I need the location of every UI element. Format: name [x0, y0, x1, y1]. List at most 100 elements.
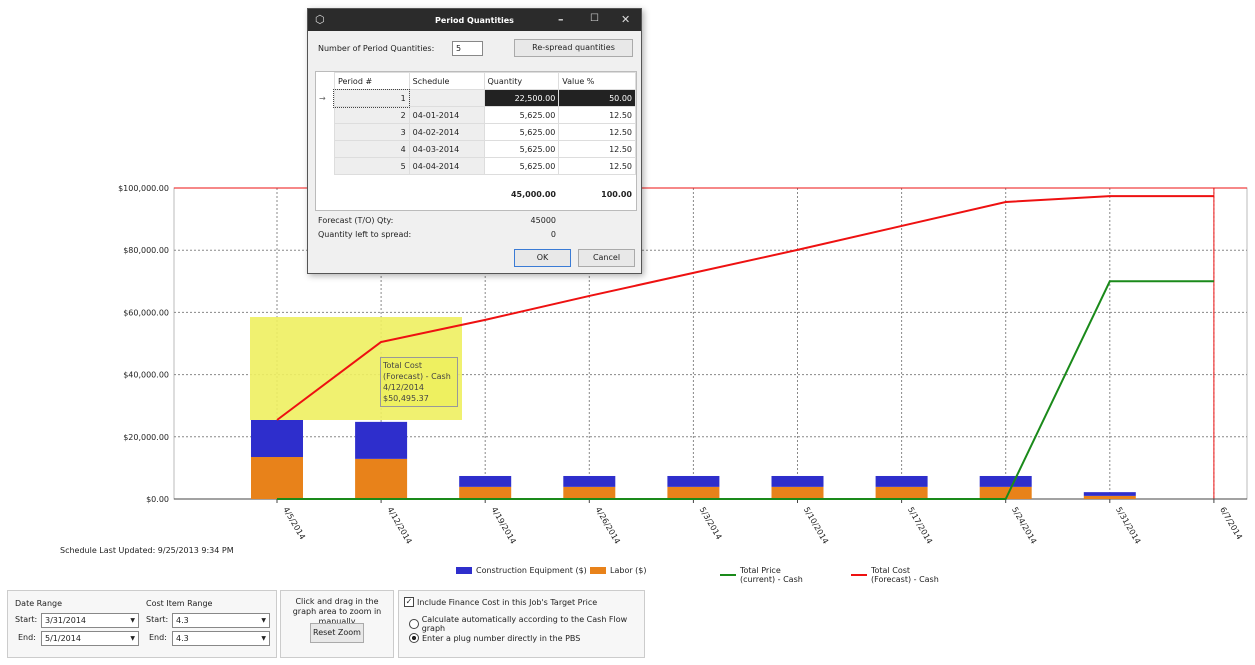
x-tick-label: 4/19/2014 — [489, 506, 517, 546]
left-to-spread-label: Quantity left to spread: — [318, 230, 412, 239]
grid-row[interactable]: → 1 03-31-2014 22,500.00 50.00 — [316, 88, 636, 108]
grid-row[interactable]: 4 04-03-2014 5,625.00 12.50 — [316, 140, 636, 158]
x-tick-label: 6/7/2014 — [1218, 506, 1244, 542]
plug-number-radio[interactable]: Enter a plug number directly in the PBS — [409, 633, 580, 643]
calc-auto-radio[interactable]: Calculate automatically according to the… — [409, 615, 644, 633]
header-quantity[interactable]: Quantity — [483, 72, 560, 90]
y-tick-label: $0.00 — [146, 495, 169, 504]
grid-row[interactable]: 2 04-01-2014 5,625.00 12.50 — [316, 106, 636, 124]
bar-labor — [563, 486, 616, 499]
close-icon[interactable]: ✕ — [621, 13, 630, 26]
reset-zoom-button[interactable]: Reset Zoom — [310, 623, 364, 643]
app-logo-icon: ⬡ — [315, 13, 325, 26]
cell-period[interactable]: 3 — [333, 123, 410, 141]
row-indicator — [316, 141, 334, 158]
y-tick-label: $40,000.00 — [123, 371, 169, 380]
x-tick-label: 5/10/2014 — [802, 506, 830, 546]
x-tick-label: 4/26/2014 — [594, 506, 622, 546]
bar-construction — [771, 475, 824, 487]
date-start-select[interactable]: 3/31/2014 ▼ — [41, 613, 139, 628]
grid-row[interactable]: 3 04-02-2014 5,625.00 12.50 — [316, 123, 636, 141]
cell-period[interactable]: 2 — [333, 106, 410, 124]
row-indicator — [316, 158, 334, 175]
total-value-pct: 100.00 — [601, 190, 632, 199]
cell-quantity[interactable]: 22,500.00 — [483, 89, 560, 107]
x-tick-label: 4/12/2014 — [385, 506, 413, 546]
legend-total-price: Total Price (current) - Cash — [720, 566, 803, 584]
date-end-select[interactable]: 5/1/2014 ▼ — [41, 631, 139, 646]
y-tick-label: $60,000.00 — [123, 308, 169, 317]
finance-panel: ✓ Include Finance Cost in this Job's Targ… — [398, 590, 645, 658]
bar-construction — [875, 475, 928, 487]
cell-schedule[interactable]: 03-31-2014 — [408, 89, 485, 107]
bar-labor — [875, 486, 928, 499]
grid-row[interactable]: 5 04-04-2014 5,625.00 12.50 — [316, 157, 636, 175]
include-finance-checkbox[interactable]: ✓ Include Finance Cost in this Job's Targ… — [404, 597, 597, 607]
cell-value-pct[interactable]: 12.50 — [558, 140, 636, 158]
header-schedule[interactable]: Schedule — [408, 72, 485, 90]
legend-labor: Labor ($) — [590, 566, 647, 575]
bar-construction — [459, 475, 512, 487]
date-range-label: Date Range — [15, 599, 63, 608]
period-grid: Period # Schedule Quantity Value % → 1 03-3… — [315, 71, 637, 211]
bar-construction — [979, 475, 1032, 487]
dialog-titlebar: ⬡ Period Quantities – ☐ ✕ — [308, 9, 641, 31]
cell-quantity[interactable]: 5,625.00 — [483, 123, 560, 141]
row-indicator — [316, 107, 334, 124]
bar-construction — [1083, 492, 1136, 496]
cell-value-pct[interactable]: 50.00 — [558, 89, 636, 107]
period-quantities-dialog: ⬡ Period Quantities – ☐ ✕ Number of Peri… — [307, 8, 642, 274]
bar-construction — [563, 475, 616, 487]
cell-value-pct[interactable]: 12.50 — [558, 106, 636, 124]
left-to-spread-value: 0 — [550, 230, 556, 239]
cell-period[interactable]: 5 — [333, 157, 410, 175]
num-period-label: Number of Period Quantities: — [318, 44, 435, 53]
cell-period[interactable]: 1 — [333, 88, 411, 108]
num-period-input[interactable]: 5 — [452, 41, 483, 56]
bar-construction — [251, 420, 303, 458]
end-label: End: — [18, 633, 36, 642]
legend-equipment: Construction Equipment ($) — [456, 566, 587, 575]
y-tick-label: $80,000.00 — [123, 246, 169, 255]
x-tick-label: 5/3/2014 — [698, 506, 724, 542]
cell-schedule[interactable]: 04-03-2014 — [408, 140, 485, 158]
cell-schedule[interactable]: 04-01-2014 — [408, 106, 485, 124]
ok-button[interactable]: OK — [514, 249, 571, 267]
cancel-button[interactable]: Cancel — [578, 249, 635, 267]
header-period[interactable]: Period # — [333, 72, 410, 90]
cost-end-label: End: — [149, 633, 167, 642]
cell-quantity[interactable]: 5,625.00 — [483, 140, 560, 158]
dialog-title: Period Quantities — [435, 15, 514, 25]
bar-construction — [667, 475, 720, 487]
y-tick-label: $100,000.00 — [118, 184, 169, 193]
cell-value-pct[interactable]: 12.50 — [558, 157, 636, 175]
cell-schedule[interactable]: 04-04-2014 — [408, 157, 485, 175]
zoom-panel: Click and drag in the graph area to zoom… — [280, 590, 394, 658]
range-panel: Date Range Cost Item Range Start: End: 3… — [7, 590, 277, 658]
row-indicator — [316, 124, 334, 141]
cell-quantity[interactable]: 5,625.00 — [483, 106, 560, 124]
cell-schedule[interactable]: 04-02-2014 — [408, 123, 485, 141]
bar-construction — [355, 421, 408, 459]
x-tick-label: 4/5/2014 — [281, 506, 307, 542]
cell-period[interactable]: 4 — [333, 140, 410, 158]
bar-labor — [667, 486, 720, 499]
cell-quantity[interactable]: 5,625.00 — [483, 157, 560, 175]
respread-button[interactable]: Re-spread quantities — [514, 39, 633, 57]
bar-labor — [459, 486, 512, 499]
x-tick-label: 5/24/2014 — [1010, 506, 1038, 546]
cell-value-pct[interactable]: 12.50 — [558, 123, 636, 141]
cost-start-label: Start: — [146, 615, 169, 624]
start-label: Start: — [15, 615, 38, 624]
forecast-label: Forecast (T/O) Qty: — [318, 216, 394, 225]
minimize-icon[interactable]: – — [558, 13, 564, 26]
maximize-icon[interactable]: ☐ — [590, 13, 599, 24]
cost-end-select[interactable]: 4.3 ▼ — [172, 631, 270, 646]
forecast-value: 45000 — [530, 216, 556, 225]
schedule-updated: Schedule Last Updated: 9/25/2013 9:34 PM — [60, 546, 234, 555]
header-value-pct[interactable]: Value % — [558, 72, 636, 90]
chart-tooltip: Total Cost (Forecast) - Cash 4/12/2014 $50,… — [380, 357, 458, 407]
legend-total-cost: Total Cost (Forecast) - Cash — [851, 566, 939, 584]
cost-start-select[interactable]: 4.3 ▼ — [172, 613, 270, 628]
y-tick-label: $20,000.00 — [123, 433, 169, 442]
